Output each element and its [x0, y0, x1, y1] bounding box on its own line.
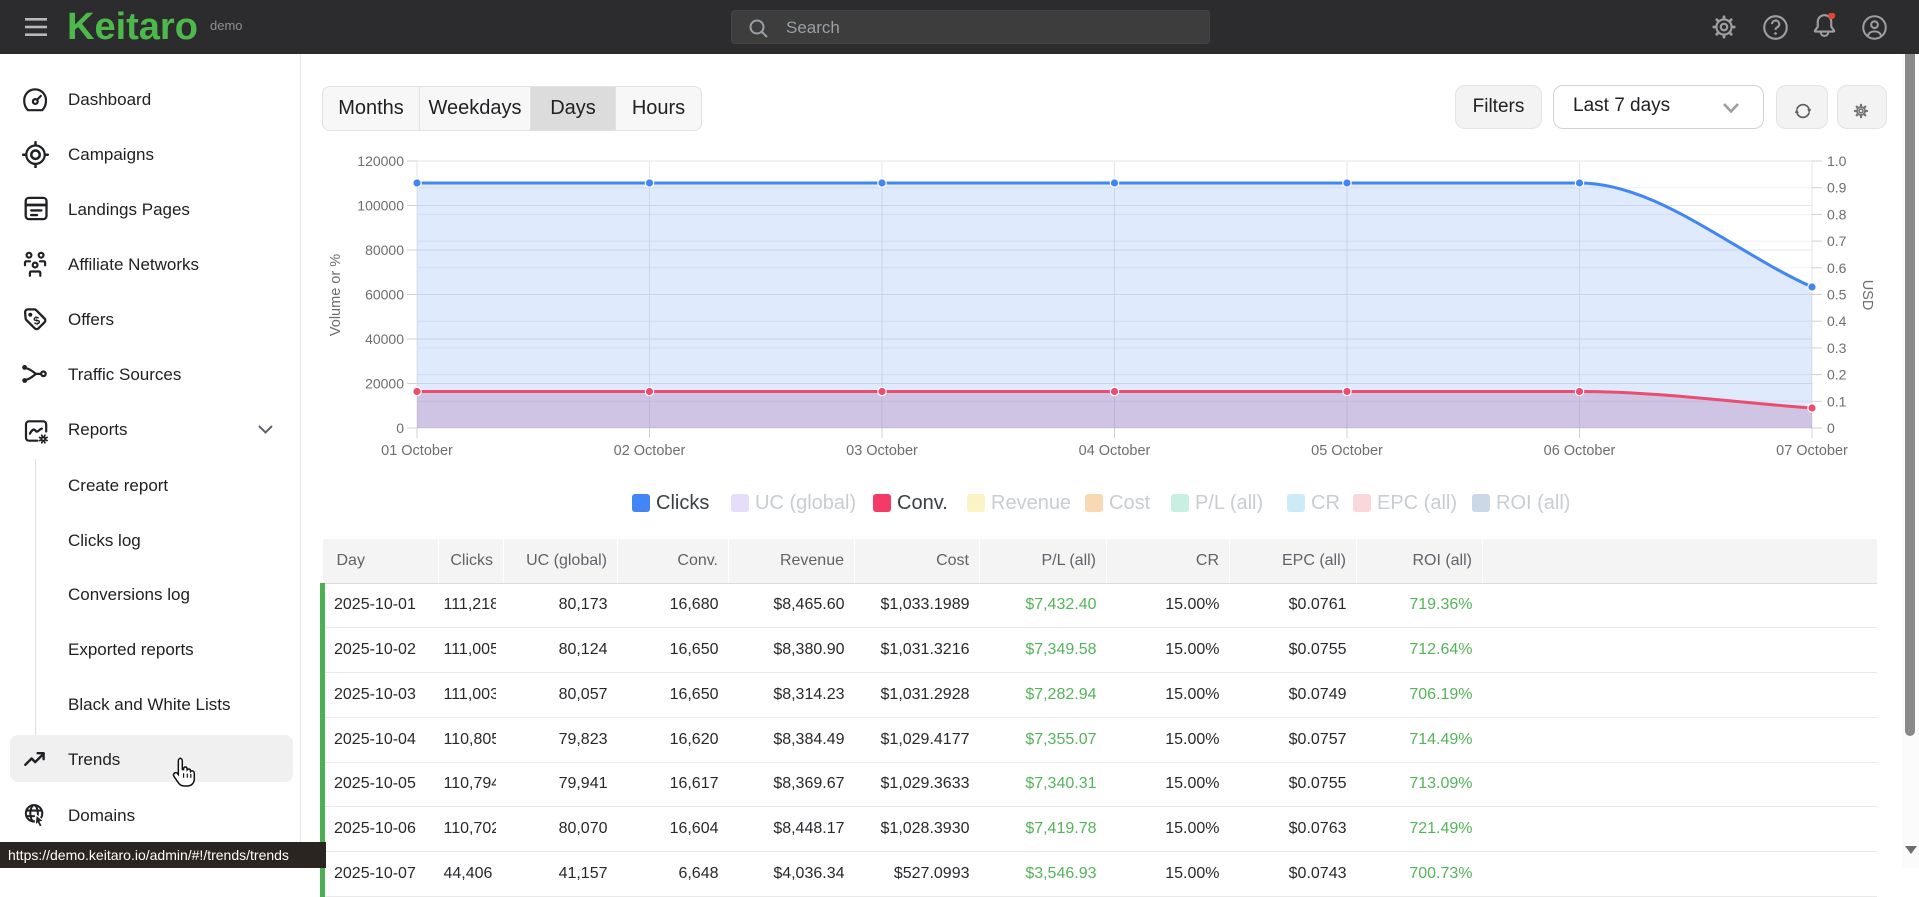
- svg-text:04 October: 04 October: [1079, 443, 1151, 459]
- svg-text:60000: 60000: [365, 287, 404, 303]
- svg-text:0.1: 0.1: [1827, 393, 1847, 409]
- svg-text:0.5: 0.5: [1827, 287, 1847, 303]
- svg-text:06 October: 06 October: [1544, 443, 1616, 459]
- svg-text:03 October: 03 October: [846, 443, 918, 459]
- svg-text:80000: 80000: [365, 242, 404, 258]
- svg-text:0.7: 0.7: [1827, 233, 1847, 249]
- svg-text:40000: 40000: [365, 331, 404, 347]
- svg-text:02 October: 02 October: [614, 443, 686, 459]
- svg-text:120000: 120000: [357, 153, 404, 169]
- svg-text:0.8: 0.8: [1827, 206, 1847, 222]
- svg-text:Volume or %: Volume or %: [328, 254, 344, 336]
- svg-text:01 October: 01 October: [381, 443, 453, 459]
- svg-text:0.9: 0.9: [1827, 180, 1847, 196]
- svg-text:0: 0: [1827, 420, 1835, 436]
- svg-text:USD: USD: [1859, 280, 1875, 311]
- svg-text:0.4: 0.4: [1827, 313, 1847, 329]
- svg-text:1.0: 1.0: [1827, 153, 1847, 169]
- svg-text:100000: 100000: [357, 198, 404, 214]
- svg-text:07 October: 07 October: [1776, 443, 1848, 459]
- svg-text:20000: 20000: [365, 376, 404, 392]
- svg-text:$: $: [32, 315, 41, 328]
- svg-text:0: 0: [396, 420, 404, 436]
- svg-text:0.6: 0.6: [1827, 260, 1847, 276]
- svg-text:0.2: 0.2: [1827, 367, 1847, 383]
- svg-text:05 October: 05 October: [1311, 443, 1383, 459]
- svg-text:0.3: 0.3: [1827, 340, 1847, 356]
